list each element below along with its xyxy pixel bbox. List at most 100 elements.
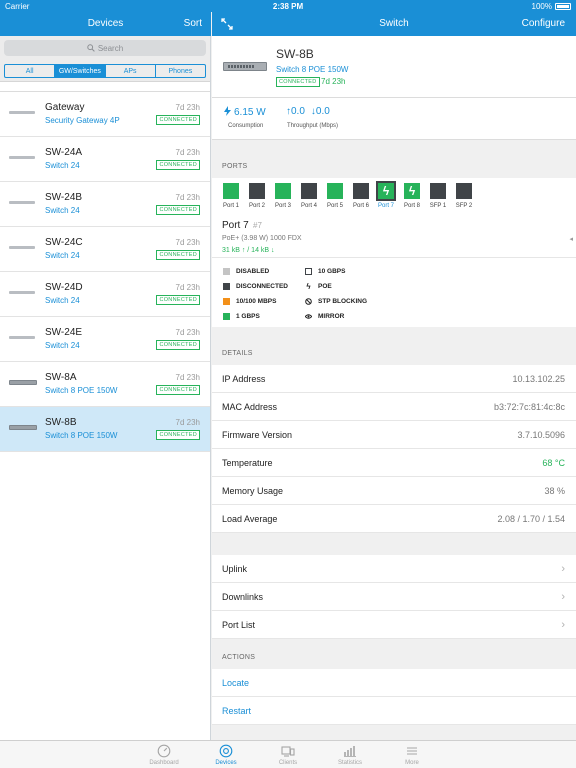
dashboard-icon (157, 744, 171, 758)
device-row-sw-24b[interactable]: SW-24B Switch 24 7d 23h CONNECTED (0, 182, 210, 227)
device-row-sw-8a[interactable]: SW-8A Switch 8 POE 150W 7d 23h CONNECTED (0, 362, 210, 407)
devices-title: Devices (87, 18, 124, 29)
poe-bolt-icon: ϟ (382, 184, 390, 198)
battery-percent: 100% (531, 1, 552, 11)
filter-aps[interactable]: APs (104, 65, 155, 77)
consumption-metric: 6.15 W (224, 106, 266, 118)
device-header: SW-8B Switch 8 POE 150W CONNECTED 7d 23h (212, 36, 576, 98)
port-3[interactable] (275, 183, 291, 199)
port-label: Port 3 (274, 203, 291, 209)
port-1[interactable] (223, 183, 239, 199)
switch-device-icon (9, 156, 35, 159)
locate-label: Locate (222, 678, 250, 688)
legend-label: STP BLOCKING (318, 298, 367, 305)
navigation-list: Uplink › Downlinks › Port List › (212, 555, 576, 639)
device-name: SW-24B (45, 192, 83, 203)
legend-label: MIRROR (318, 313, 345, 320)
legend-10-100: 10/100 MBPS (223, 298, 276, 305)
device-row-sw-24c[interactable]: SW-24C Switch 24 7d 23h CONNECTED (0, 227, 210, 272)
port-sfp-1[interactable] (430, 183, 446, 199)
legend-stp-blocking: STP BLOCKING (305, 298, 367, 305)
detail-value: b3:72:7c:81:4c:8c (493, 402, 565, 412)
device-row-gateway[interactable]: Gateway Security Gateway 4P 7d 23h CONNE… (0, 92, 210, 137)
actions-list: Locate Restart (212, 669, 576, 725)
disabled-swatch (223, 268, 230, 275)
port-4[interactable] (301, 183, 317, 199)
switch-device-icon (9, 291, 35, 294)
tab-devices[interactable]: Devices (196, 741, 256, 768)
port-5[interactable] (327, 183, 343, 199)
poe-bolt-icon: ϟ (408, 184, 416, 198)
device-uptime: 7d 23h (175, 418, 200, 427)
legend-poe: ϟ POE (305, 283, 331, 291)
detail-key: Memory Usage (222, 486, 284, 496)
legend-label: DISABLED (236, 268, 270, 275)
consumption-label: Consumption (228, 123, 264, 129)
device-model: Switch 24 (45, 206, 80, 215)
port-2[interactable] (249, 183, 265, 199)
more-icon (407, 747, 417, 755)
device-name: SW-24C (45, 237, 83, 248)
device-title: SW-8B (276, 47, 314, 61)
detail-key: Load Average (222, 514, 278, 524)
device-model-link[interactable]: Switch 8 POE 150W (276, 65, 348, 74)
port-legend: DISABLED DISCONNECTED 10/100 MBPS 1 GBPS… (212, 258, 576, 327)
device-row-sw-24e[interactable]: SW-24E Switch 24 7d 23h CONNECTED (0, 317, 210, 362)
detail-value: 2.08 / 1.70 / 1.54 (497, 514, 565, 524)
ports-section-title: PORTS (222, 163, 248, 170)
tab-more[interactable]: More (382, 741, 442, 768)
tab-clients[interactable]: Clients (258, 741, 318, 768)
port-6[interactable] (353, 183, 369, 199)
filter-gw-switches[interactable]: GW/Switches (54, 65, 105, 77)
port-grid: Port 1 Port 2 Port 3 Port 4 Port 5 Port … (212, 178, 576, 214)
detail-value: 68 °C (542, 458, 565, 468)
device-uptime: 7d 23h (175, 238, 200, 247)
consumption-value: 6.15 W (234, 107, 266, 118)
metrics-row: 6.15 W Consumption ↑0.0 ↓0.0 Throughput (… (212, 98, 576, 140)
device-list: Gateway Security Gateway 4P 7d 23h CONNE… (0, 91, 210, 452)
device-model: Switch 8 POE 150W (45, 386, 118, 395)
switch-device-icon (9, 425, 37, 430)
connected-badge: CONNECTED (156, 160, 200, 170)
gigabit-swatch (223, 313, 230, 320)
tab-label: Devices (215, 760, 237, 766)
selected-port-number: #7 (253, 221, 262, 230)
throughput-metric: ↑0.0 ↓0.0 (286, 106, 330, 117)
search-input[interactable]: Search (4, 40, 206, 56)
locate-button[interactable]: Locate (212, 669, 576, 697)
throughput-down: 0.0 (315, 106, 330, 117)
devices-icon (219, 744, 233, 758)
device-row-sw-24d[interactable]: SW-24D Switch 24 7d 23h CONNECTED (0, 272, 210, 317)
statistics-icon (344, 746, 356, 757)
downlinks-label: Downlinks (222, 592, 264, 602)
legend-disconnected: DISCONNECTED (223, 283, 288, 290)
filter-segmented-control: All GW/Switches APs Phones (4, 64, 206, 78)
device-uptime: 7d 23h (175, 148, 200, 157)
port-list-row[interactable]: Port List › (212, 611, 576, 639)
legend-mirror: MIRROR (304, 313, 345, 320)
devices-navbar: Devices Sort (0, 12, 211, 36)
search-placeholder: Search (97, 43, 124, 53)
tab-dashboard[interactable]: Dashboard (134, 741, 194, 768)
filter-all[interactable]: All (5, 65, 54, 77)
selected-port-info[interactable]: Port 7 #7 PoE+ (3.98 W) 1000 FDX 31 kB ↑… (212, 214, 576, 258)
detail-key: Firmware Version (222, 430, 293, 440)
downlinks-row[interactable]: Downlinks › (212, 583, 576, 611)
configure-button[interactable]: Configure (522, 12, 565, 36)
device-row-sw-24a[interactable]: SW-24A Switch 24 7d 23h CONNECTED (0, 137, 210, 182)
device-uptime: 7d 23h (175, 373, 200, 382)
uplink-row[interactable]: Uplink › (212, 555, 576, 583)
bolt-icon (224, 106, 231, 116)
sort-button[interactable]: Sort (184, 12, 202, 36)
device-uptime: 7d 23h (175, 103, 200, 112)
restart-button[interactable]: Restart (212, 697, 576, 725)
device-row-sw-8b[interactable]: SW-8B Switch 8 POE 150W 7d 23h CONNECTED (0, 407, 210, 452)
legend-disabled: DISABLED (223, 268, 269, 275)
port-label: SFP 1 (429, 203, 447, 209)
filter-phones[interactable]: Phones (154, 65, 205, 77)
device-model: Switch 24 (45, 296, 80, 305)
port-8[interactable]: ϟ (404, 183, 420, 199)
port-sfp-2[interactable] (456, 183, 472, 199)
tab-statistics[interactable]: Statistics (320, 741, 380, 768)
port-7[interactable]: ϟ (376, 181, 396, 201)
